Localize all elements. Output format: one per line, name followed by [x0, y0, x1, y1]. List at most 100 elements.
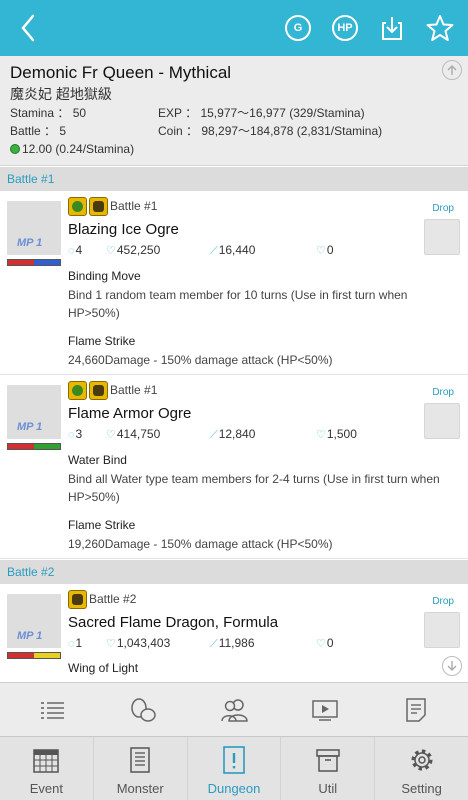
- monster-stats: ◌ 4 ♡ 452,250 ⟋ 16,440 ♡ 0: [68, 243, 408, 259]
- dungeon-info-panel: Demonic Fr Queen - Mythical 魔炎妃 超地獄級 Sta…: [0, 56, 468, 166]
- exp-value: EXP ： 15,977～16,977 (329/Stamina): [158, 106, 365, 120]
- list-button[interactable]: [36, 695, 68, 725]
- notes-button[interactable]: [400, 695, 432, 725]
- monster-name: Sacred Flame Dragon, Formula: [68, 614, 279, 631]
- drop-label: Drop: [432, 387, 454, 398]
- box-icon: [316, 749, 340, 772]
- heart-icon: ♡: [106, 245, 116, 257]
- arrow-up-icon: [447, 65, 457, 75]
- hp-color-bar: [7, 259, 61, 266]
- nav-util[interactable]: Util: [281, 737, 376, 800]
- skill-name: Water Bind: [68, 453, 127, 467]
- skill-desc: 19,260Damage - 150% damage attack (HP<50…: [68, 537, 333, 551]
- shield-icon: ♡: [316, 429, 326, 441]
- monster-card[interactable]: MP 1 Battle #1 Drop Flame Armor Ogre ◌ 3 …: [0, 375, 468, 559]
- arrow-down-icon: [447, 661, 457, 671]
- calendar-icon: [33, 749, 60, 773]
- attribute-icon: [68, 381, 87, 400]
- monster-portrait[interactable]: MP 1: [7, 594, 61, 648]
- hp-color-bar: [7, 443, 61, 450]
- hp-value: 452,250: [116, 243, 161, 257]
- monster-card[interactable]: MP 1 Battle #2 Drop Sacred Flame Dragon,…: [0, 584, 468, 682]
- dungeon-subtitle: 魔炎妃 超地獄級: [10, 86, 112, 102]
- favorite-button[interactable]: [424, 12, 456, 44]
- video-icon: [312, 700, 338, 721]
- mp-label: MP 1: [17, 630, 43, 642]
- type-icon: [89, 381, 108, 400]
- heart-icon: ♡: [106, 638, 116, 650]
- hp-bar-segment: [8, 444, 34, 449]
- skill-name: Flame Strike: [68, 518, 136, 532]
- drop-slot[interactable]: [424, 612, 460, 648]
- notes-icon: [406, 698, 426, 722]
- battle-count: Battle ： 5: [10, 124, 67, 138]
- download-icon: [382, 17, 402, 40]
- nav-event[interactable]: Event: [0, 737, 94, 800]
- skill-name: Wing of Light: [68, 661, 139, 675]
- video-button[interactable]: [309, 695, 341, 725]
- attribute-icon: [68, 197, 87, 216]
- chevron-left-icon: [21, 14, 35, 42]
- drop-label: Drop: [432, 203, 454, 214]
- monster-portrait[interactable]: MP 1: [7, 385, 61, 439]
- scroll-down-button[interactable]: [442, 656, 462, 676]
- nav-label: Event: [29, 781, 64, 796]
- hp-bar-segment: [8, 260, 34, 265]
- nav-label: Monster: [116, 781, 164, 796]
- back-button[interactable]: [10, 8, 50, 48]
- monster-portrait[interactable]: MP 1: [7, 201, 61, 255]
- drop-slot[interactable]: [424, 219, 460, 255]
- g-button-label: G: [285, 15, 311, 41]
- top-app-bar: G HP: [0, 0, 468, 56]
- attribute-icons: [68, 590, 87, 610]
- bottom-navigation: Event Monster Dungeon Util Setting: [0, 736, 468, 800]
- attribute-icons: [68, 197, 108, 217]
- atk-value: 16,440: [218, 243, 256, 257]
- turns-value: 3: [75, 427, 83, 441]
- dungeon-title: Demonic Fr Queen - Mythical: [10, 63, 232, 82]
- def-value: 1,500: [326, 427, 357, 441]
- scroll-up-button[interactable]: [442, 60, 462, 80]
- battle-tag: Battle #2: [89, 592, 137, 606]
- nav-label: Setting: [401, 781, 442, 796]
- skill-desc: Bind all Water type team members for 2-4…: [68, 472, 440, 504]
- g-button[interactable]: G: [282, 12, 314, 44]
- hp-value: 1,043,403: [116, 636, 171, 650]
- def-value: 0: [326, 636, 334, 650]
- turns-value: 1: [75, 636, 83, 650]
- turn-icon: ◌: [68, 429, 75, 441]
- eggs-icon: [131, 698, 156, 722]
- monster-stats: ◌ 1 ♡ 1,043,403 ⟋ 11,986 ♡ 0: [68, 636, 408, 652]
- battle-coin-row: Battle ： 5 Coin ： 98,297～184,878 (2,831/…: [10, 122, 458, 140]
- download-button[interactable]: [376, 12, 408, 44]
- hp-bar-segment: [8, 653, 34, 658]
- attribute-icons: [68, 381, 108, 401]
- team-button[interactable]: [218, 695, 250, 725]
- shield-icon: ♡: [316, 638, 326, 650]
- nav-label: Util: [318, 781, 338, 796]
- team-icon: [221, 699, 248, 722]
- nav-monster[interactable]: Monster: [94, 737, 188, 800]
- coin-value: Coin ： 98,297～184,878 (2,831/Stamina): [158, 124, 383, 138]
- sword-icon: ⟋: [210, 638, 218, 650]
- atk-value: 11,986: [218, 636, 255, 650]
- gem-icon: [10, 144, 20, 154]
- type-icon: [68, 590, 87, 609]
- hp-bar-segment: [34, 260, 60, 265]
- nav-setting[interactable]: Setting: [375, 737, 468, 800]
- hp-button[interactable]: HP: [329, 12, 361, 44]
- monster-card[interactable]: MP 1 Battle #1 Drop Blazing Ice Ogre ◌ 4 …: [0, 191, 468, 375]
- nav-label: Dungeon: [207, 781, 261, 796]
- hp-color-bar: [7, 652, 61, 659]
- mp-label: MP 1: [17, 237, 43, 249]
- battle-tag: Battle #1: [110, 199, 158, 213]
- turn-icon: ◌: [68, 638, 75, 650]
- drop-slot[interactable]: [424, 403, 460, 439]
- nav-dungeon[interactable]: Dungeon: [188, 737, 282, 800]
- skill-desc: 24,660Damage - 150% damage attack (HP<50…: [68, 353, 333, 367]
- hp-bar-segment: [34, 653, 60, 658]
- star-icon: [426, 15, 454, 41]
- eggs-button[interactable]: [127, 695, 159, 725]
- section-header-battle-1: Battle #1: [0, 167, 468, 191]
- stamina-exp-row: Stamina ： 50 EXP ： 15,977～16,977 (329/St…: [10, 104, 458, 122]
